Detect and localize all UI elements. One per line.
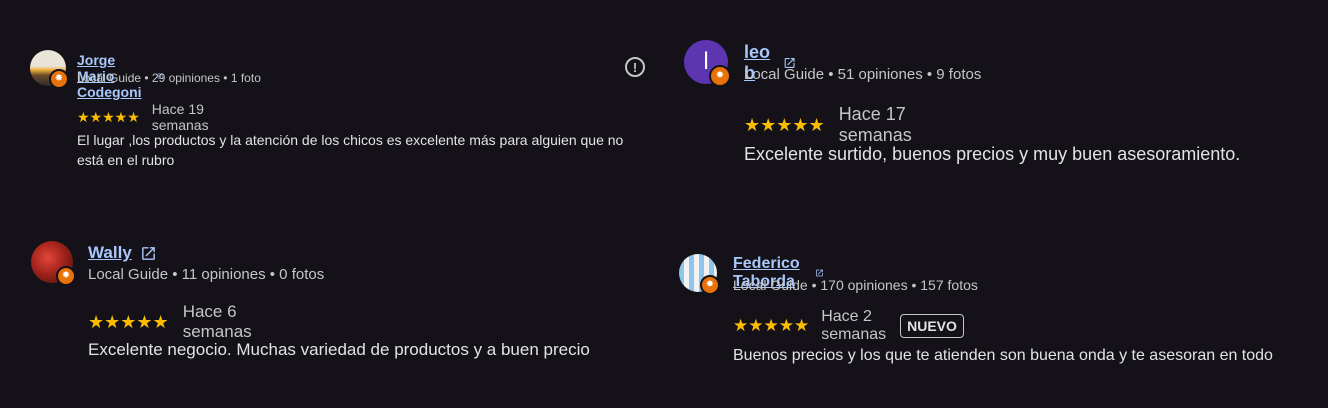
avatar[interactable]: ✸ bbox=[31, 241, 76, 286]
local-guide-icon: ✸ bbox=[709, 65, 731, 87]
avatar[interactable]: ✸ bbox=[679, 254, 720, 295]
local-guide-icon: ✸ bbox=[49, 69, 69, 89]
avatar[interactable]: l ✸ bbox=[684, 40, 731, 87]
avatar[interactable]: ✸ bbox=[30, 50, 69, 89]
report-icon[interactable]: ! bbox=[625, 57, 645, 77]
reviewer-meta: Local Guide • 51 opiniones • 9 fotos bbox=[744, 66, 982, 83]
review-date: Hace 19 semanas bbox=[151, 101, 209, 133]
new-badge: NUEVO bbox=[900, 314, 964, 338]
review-date: Hace 17 semanas bbox=[838, 104, 912, 145]
local-guide-icon: ✸ bbox=[56, 266, 76, 286]
reviewer-meta: Local Guide • 29 opiniones • 1 foto bbox=[77, 71, 261, 85]
review-date: Hace 2 semanas bbox=[821, 308, 887, 343]
star-rating: ★★★★★ bbox=[733, 316, 810, 335]
open-in-new-icon[interactable] bbox=[140, 245, 157, 262]
local-guide-icon: ✸ bbox=[700, 275, 720, 295]
star-rating: ★★★★★ bbox=[77, 108, 140, 125]
review-text: Excelente negocio. Muchas variedad de pr… bbox=[88, 340, 590, 359]
avatar-letter: l bbox=[703, 48, 709, 75]
star-rating: ★★★★★ bbox=[88, 311, 169, 332]
reviewer-meta: Local Guide • 170 opiniones • 157 fotos bbox=[733, 277, 978, 293]
review-text: El lugar ,los productos y la atención de… bbox=[77, 132, 624, 168]
reviewer-name[interactable]: Wally bbox=[88, 243, 132, 263]
reviewer-meta: Local Guide • 11 opiniones • 0 fotos bbox=[88, 266, 325, 283]
review-text: Buenos precios y los que te atienden son… bbox=[733, 347, 1273, 364]
review-text: Excelente surtido, buenos precios y muy … bbox=[744, 144, 1241, 164]
review-date: Hace 6 semanas bbox=[182, 302, 252, 341]
star-rating: ★★★★★ bbox=[744, 114, 825, 135]
